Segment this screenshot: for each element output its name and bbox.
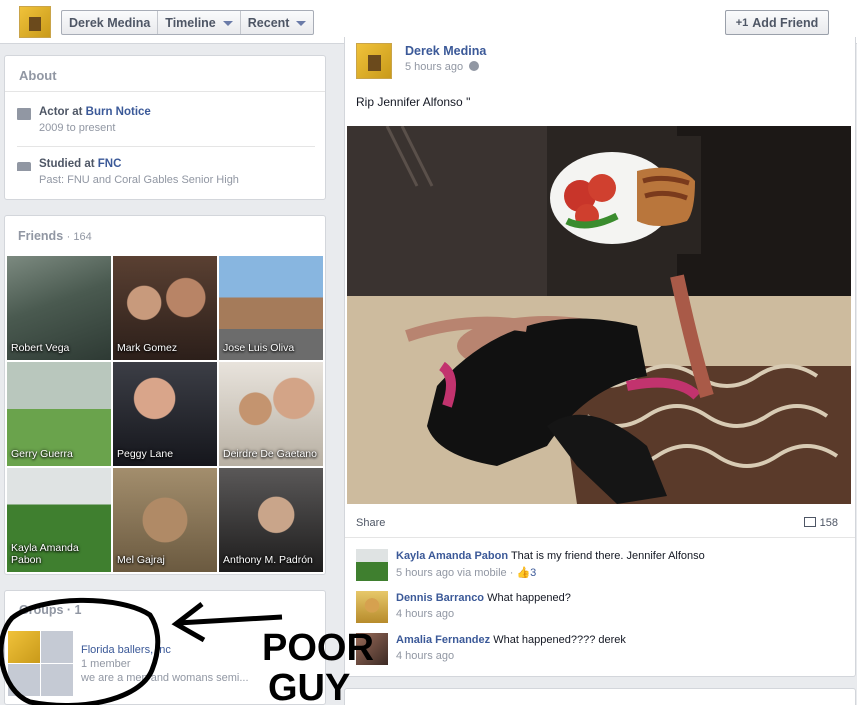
friend-tile[interactable]: Kayla Amanda Pabon xyxy=(7,468,111,572)
commenter-avatar[interactable] xyxy=(356,633,388,665)
edu-prefix: Studied at xyxy=(39,158,98,170)
add-friend-label: Add Friend xyxy=(752,15,819,30)
post-timestamp: 5 hours ago xyxy=(405,61,480,73)
profile-thumbnail[interactable] xyxy=(19,6,51,38)
comment-icon xyxy=(803,517,816,527)
commenter-avatar[interactable] xyxy=(356,591,388,623)
post-author-avatar[interactable] xyxy=(356,43,392,79)
add-friend-icon: +1 xyxy=(735,16,749,29)
post-text: Rip Jennifer Alfonso " xyxy=(356,95,471,109)
post-photo[interactable] xyxy=(347,126,851,504)
friend-tile[interactable]: Jose Luis Oliva xyxy=(219,256,323,360)
recent-label: Recent xyxy=(247,15,290,30)
timeline-label: Timeline xyxy=(165,15,216,30)
friend-name: Anthony M. Padrón xyxy=(223,554,313,567)
friends-title[interactable]: Friends · 164 xyxy=(5,216,325,243)
commenter-name[interactable]: Dennis Barranco xyxy=(396,592,484,604)
comment-item: Amalia Fernandez What happened???? derek… xyxy=(356,633,836,665)
friend-name: Peggy Lane xyxy=(117,448,174,461)
education-row: Studied at FNC Past: FNU and Coral Gable… xyxy=(17,158,315,186)
comment-item: Kayla Amanda Pabon That is my friend the… xyxy=(356,549,836,581)
comment-text: What happened? xyxy=(487,592,571,604)
friend-tile[interactable]: Mark Gomez xyxy=(113,256,217,360)
comment-item: Dennis Barranco What happened? 4 hours a… xyxy=(356,591,836,623)
friend-name: Gerry Guerra xyxy=(11,448,73,461)
friend-name: Robert Vega xyxy=(11,342,70,355)
profile-name-button[interactable]: Derek Medina xyxy=(62,11,159,34)
groups-title[interactable]: Groups · 1 xyxy=(5,591,325,617)
group-members: 1 member xyxy=(81,658,131,670)
about-title: About xyxy=(5,56,325,92)
profile-name-label: Derek Medina xyxy=(69,15,151,30)
friend-tile[interactable]: Anthony M. Padrón xyxy=(219,468,323,572)
comment-count[interactable]: 158 xyxy=(803,517,838,529)
friends-card: Friends · 164 Robert Vega Mark Gomez Jos… xyxy=(4,215,326,575)
friends-label: Friends xyxy=(18,229,64,243)
comment-meta: 5 hours ago via mobile · xyxy=(396,567,517,579)
add-friend-button[interactable]: +1 Add Friend xyxy=(725,10,829,35)
comment-meta: 4 hours ago xyxy=(396,608,455,620)
work-row: Actor at Burn Notice 2009 to present xyxy=(17,106,315,134)
group-thumbnail[interactable] xyxy=(8,631,74,697)
work-link[interactable]: Burn Notice xyxy=(86,106,151,118)
about-divider xyxy=(17,146,315,147)
friend-name: Deirdre De Gaetano xyxy=(223,448,317,461)
commenter-avatar[interactable] xyxy=(356,549,388,581)
about-card: About Actor at Burn Notice 2009 to prese… xyxy=(4,55,326,200)
work-dates: 2009 to present xyxy=(39,122,116,134)
briefcase-icon xyxy=(17,108,31,120)
work-prefix: Actor at xyxy=(39,106,86,118)
friend-name: Mel Gajraj xyxy=(117,554,165,567)
timeline-dropdown[interactable]: Timeline xyxy=(158,11,241,34)
chevron-down-icon xyxy=(296,20,307,26)
comment-meta: 4 hours ago xyxy=(396,650,455,662)
friends-grid: Robert Vega Mark Gomez Jose Luis Oliva G… xyxy=(7,256,325,572)
friend-tile[interactable]: Peggy Lane xyxy=(113,362,217,466)
friends-count: · 164 xyxy=(66,231,92,243)
comment-text: That is my friend there. Jennifer Alfons… xyxy=(510,550,705,562)
friend-tile[interactable]: Gerry Guerra xyxy=(7,362,111,466)
chevron-down-icon xyxy=(222,20,233,26)
friend-tile[interactable]: Robert Vega xyxy=(7,256,111,360)
post-divider xyxy=(345,537,855,538)
comment-like-count[interactable]: 3 xyxy=(530,567,536,579)
edu-link[interactable]: FNC xyxy=(98,158,122,170)
friend-tile[interactable]: Mel Gajraj xyxy=(113,468,217,572)
comment-text: What happened???? derek xyxy=(493,634,626,646)
timeline-nav-group: Derek Medina Timeline Recent xyxy=(61,10,315,35)
edu-past: Past: FNU and Coral Gables Senior High xyxy=(39,174,239,186)
thumbs-up-icon[interactable]: 👍 xyxy=(516,567,530,579)
groups-card: Groups · 1 Florida ballers, Inc 1 member… xyxy=(4,590,326,705)
friend-name: Jose Luis Oliva xyxy=(223,342,295,355)
commenter-name[interactable]: Amalia Fernandez xyxy=(396,634,490,646)
globe-icon[interactable] xyxy=(469,61,480,71)
next-post-card xyxy=(344,688,856,705)
comment-count-value: 158 xyxy=(819,517,838,529)
friend-tile[interactable]: Deirdre De Gaetano xyxy=(219,362,323,466)
school-icon xyxy=(17,162,31,171)
friend-name: Kayla Amanda Pabon xyxy=(11,541,79,567)
post-photo-image xyxy=(347,126,851,504)
group-description: we are a men and womans semi... xyxy=(81,672,249,684)
group-name-link[interactable]: Florida ballers, Inc xyxy=(81,644,171,656)
share-link[interactable]: Share xyxy=(356,517,385,529)
post-time-text[interactable]: 5 hours ago xyxy=(405,61,463,73)
recent-dropdown[interactable]: Recent xyxy=(241,11,314,34)
commenter-name[interactable]: Kayla Amanda Pabon xyxy=(396,550,508,562)
post-author-link[interactable]: Derek Medina xyxy=(405,44,486,58)
post-card: Derek Medina 5 hours ago Rip Jennifer Al… xyxy=(344,37,856,677)
friend-name: Mark Gomez xyxy=(117,342,178,355)
